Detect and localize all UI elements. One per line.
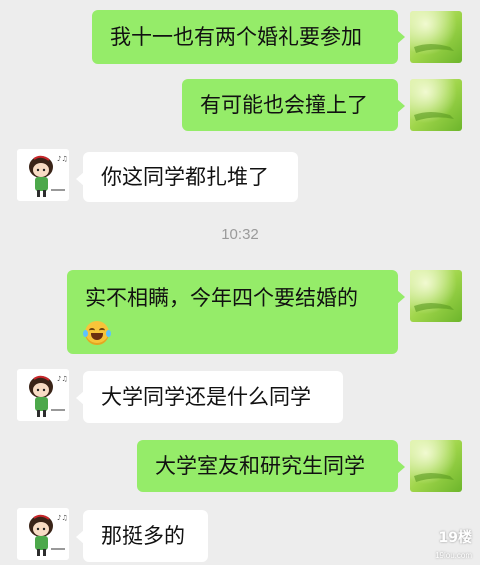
message-text: 那挺多的 bbox=[101, 524, 185, 548]
cartoon-girl-avatar-icon: ♪♫ bbox=[17, 149, 69, 201]
my-avatar[interactable] bbox=[410, 270, 462, 322]
green-nature-avatar-icon bbox=[410, 440, 462, 492]
message-row: 大学室友和研究生同学 bbox=[0, 440, 480, 492]
svg-text:♪♫: ♪♫ bbox=[57, 375, 68, 383]
message-bubble-sent[interactable]: 有可能也会撞上了 bbox=[182, 79, 405, 131]
message-row: 有可能也会撞上了 bbox=[0, 79, 480, 131]
message-bubble-received[interactable]: 那挺多的 bbox=[76, 510, 208, 562]
green-nature-avatar-icon bbox=[410, 79, 462, 131]
message-bubble-received[interactable]: 大学同学还是什么同学 bbox=[76, 371, 343, 423]
cartoon-girl-avatar-icon: ♪♫ bbox=[17, 508, 69, 560]
green-nature-avatar-icon bbox=[410, 270, 462, 322]
message-row: ♪♫ 你这同学都扎堆了 bbox=[0, 148, 480, 202]
message-text: 有可能也会撞上了 bbox=[200, 93, 368, 117]
svg-text:♪♫: ♪♫ bbox=[57, 514, 68, 522]
contact-avatar[interactable]: ♪♫ bbox=[17, 149, 69, 201]
message-bubble-sent[interactable]: 实不相瞒，今年四个要结婚的 bbox=[67, 270, 405, 354]
watermark-url: 19lou.com bbox=[435, 551, 472, 560]
chat-conversation: 我十一也有两个婚礼要参加 有可能也会撞上了 ♪♫ 你这同学都扎堆了 10:32 … bbox=[0, 0, 480, 565]
emoji-line bbox=[83, 317, 380, 347]
green-nature-avatar-icon bbox=[410, 11, 462, 63]
message-row: ♪♫ 那挺多的 bbox=[0, 508, 480, 562]
message-bubble-sent[interactable]: 我十一也有两个婚礼要参加 bbox=[92, 10, 405, 64]
message-row: ♪♫ 大学同学还是什么同学 bbox=[0, 369, 480, 425]
svg-text:♪♫: ♪♫ bbox=[57, 155, 68, 163]
watermark-logo: 19楼 bbox=[438, 530, 472, 546]
message-text: 你这同学都扎堆了 bbox=[101, 165, 269, 189]
my-avatar[interactable] bbox=[410, 11, 462, 63]
my-avatar[interactable] bbox=[410, 79, 462, 131]
my-avatar[interactable] bbox=[410, 440, 462, 492]
message-row: 实不相瞒，今年四个要结婚的 bbox=[0, 270, 480, 354]
message-timestamp: 10:32 bbox=[221, 226, 259, 243]
message-text: 我十一也有两个婚礼要参加 bbox=[110, 25, 362, 49]
message-text: 实不相瞒，今年四个要结婚的 bbox=[85, 286, 358, 310]
contact-avatar[interactable]: ♪♫ bbox=[17, 369, 69, 421]
message-row: 我十一也有两个婚礼要参加 bbox=[0, 10, 480, 64]
message-bubble-sent[interactable]: 大学室友和研究生同学 bbox=[137, 440, 405, 492]
message-text: 大学室友和研究生同学 bbox=[155, 454, 365, 478]
message-text: 大学同学还是什么同学 bbox=[101, 385, 311, 409]
message-bubble-received[interactable]: 你这同学都扎堆了 bbox=[76, 152, 298, 202]
contact-avatar[interactable]: ♪♫ bbox=[17, 508, 69, 560]
laughing-crying-emoji-icon bbox=[83, 321, 111, 345]
cartoon-girl-avatar-icon: ♪♫ bbox=[17, 369, 69, 421]
